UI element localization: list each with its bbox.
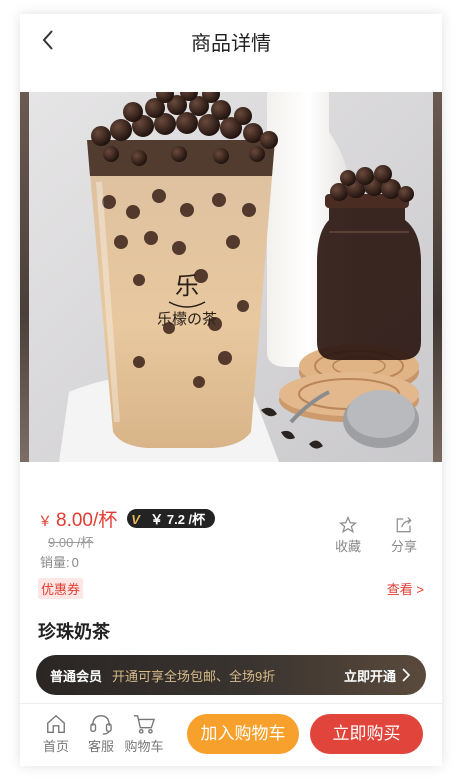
- membership-banner[interactable]: 普通会员 开通可享全场包邮、全场9折 立即开通: [36, 655, 426, 695]
- vip-price-badge: V ￥ 7.2 /杯: [127, 509, 216, 528]
- star-icon: [339, 516, 357, 534]
- sales-count: 0: [71, 555, 79, 570]
- chevron-right-icon: [402, 668, 411, 682]
- home-icon: [47, 714, 65, 733]
- nav-service-label: 客服: [87, 739, 114, 754]
- nav-shopping-cart[interactable]: 购物车: [124, 713, 164, 755]
- nav-cart-label: 购物车: [124, 739, 164, 754]
- favorite-label: 收藏: [334, 539, 361, 554]
- coupon-tag: 优惠券: [38, 578, 84, 599]
- price-symbol: ￥: [38, 513, 52, 529]
- product-name: 珍珠奶茶: [38, 622, 110, 642]
- logo-text: 乐檬の茶: [157, 310, 217, 328]
- member-level: 普通会员: [50, 668, 103, 684]
- page-title: 商品详情: [191, 33, 271, 55]
- top-bar: 商品详情: [20, 14, 442, 66]
- original-price: 9.00 /杯: [48, 535, 94, 550]
- nav-home-label: 首页: [42, 739, 69, 754]
- buy-now-button[interactable]: 立即购买: [310, 714, 423, 754]
- add-to-cart-button[interactable]: 加入购物车: [187, 714, 299, 754]
- open-membership-label: 立即开通: [343, 668, 396, 684]
- member-benefit: 开通可享全场包邮、全场9折: [112, 668, 276, 684]
- product-photo: 乐 乐檬の茶: [29, 92, 433, 462]
- coupon-view-link[interactable]: 查看 >: [387, 579, 424, 598]
- sales-info: 销量: 0: [38, 552, 79, 571]
- carousel-edge-right: [433, 92, 442, 462]
- bottom-action-bar: 首页 客服 购物车 加入购物车 立即购买: [20, 703, 442, 766]
- product-image: 乐 乐檬の茶: [20, 92, 442, 462]
- vip-badge-icon: V: [131, 511, 140, 527]
- headset-icon: [90, 715, 112, 735]
- carousel-edge-left: [20, 92, 29, 462]
- price-row: ￥ 8.00/杯 V ￥ 7.2 /杯: [38, 505, 216, 532]
- price-value: 8.00/杯: [56, 510, 118, 531]
- share-button[interactable]: 分享: [386, 516, 422, 555]
- sales-label: 销量:: [40, 555, 70, 570]
- share-icon: [396, 517, 412, 533]
- logo-glyph: 乐: [175, 272, 199, 300]
- open-membership-button[interactable]: 立即开通: [344, 666, 412, 685]
- share-label: 分享: [390, 539, 417, 554]
- cart-icon: [133, 715, 156, 734]
- vip-price: ￥ 7.2 /杯: [150, 512, 206, 527]
- price: ￥ 8.00/杯: [38, 505, 117, 532]
- phone-frame: 商品详情 乐 乐檬の茶 ￥ 8.00/杯 V ￥ 7.2 /杯 9.00 /杯 …: [20, 14, 442, 766]
- nav-customer-service[interactable]: 客服: [81, 713, 121, 755]
- favorite-button[interactable]: 收藏: [330, 516, 366, 555]
- nav-home[interactable]: 首页: [36, 713, 76, 755]
